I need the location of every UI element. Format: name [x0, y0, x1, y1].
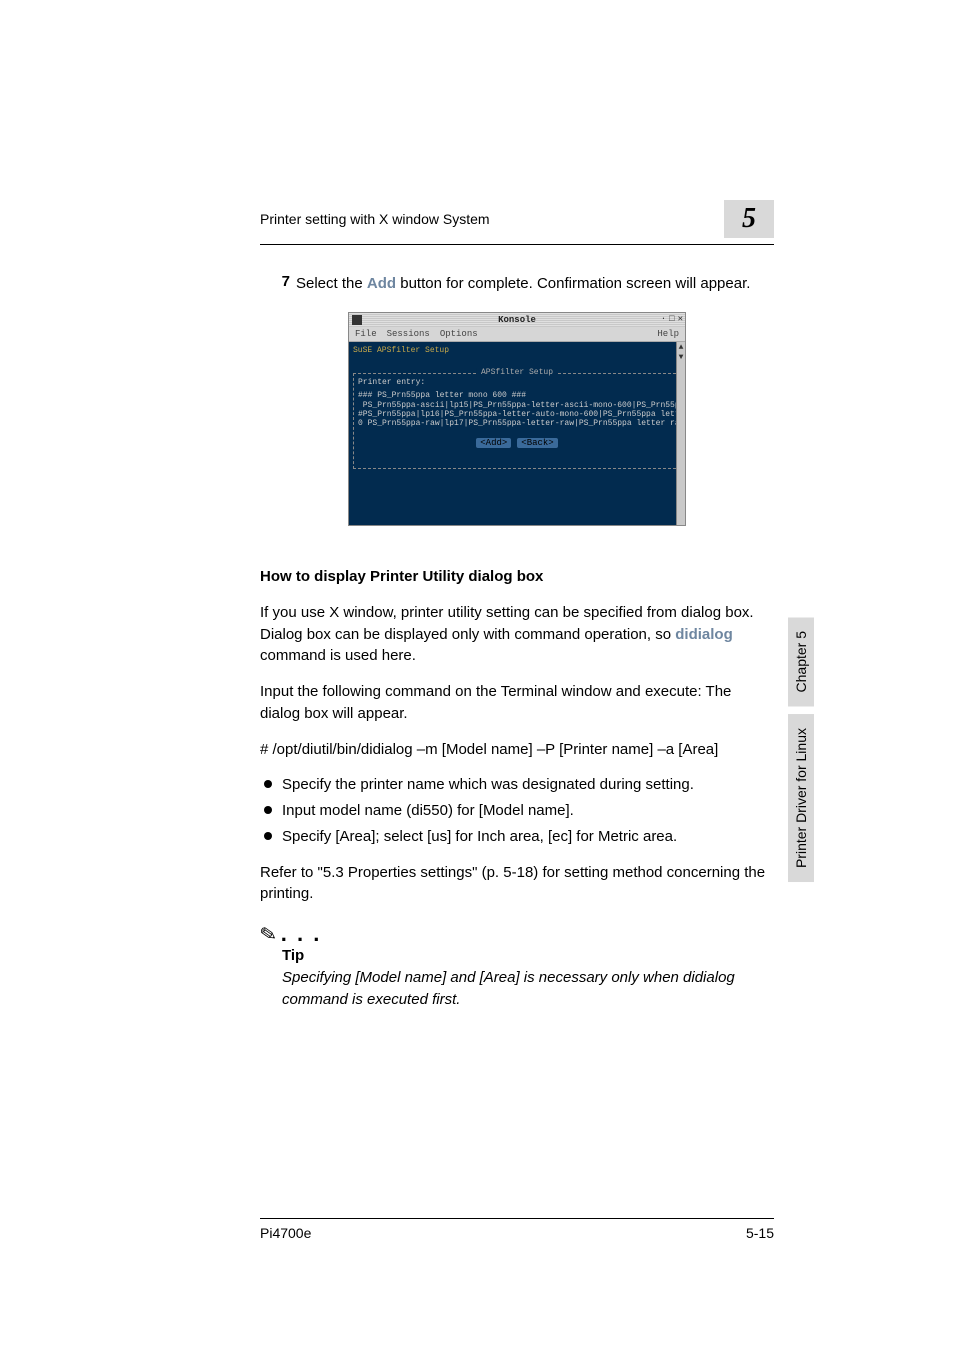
section-heading: How to display Printer Utility dialog bo…: [260, 566, 774, 588]
scrollbar: ▲ ▼: [676, 342, 685, 525]
step-after: button for complete. Confirmation screen…: [396, 275, 750, 292]
p1-b: command is used here.: [260, 647, 416, 664]
tip-dots: . . .: [281, 923, 322, 945]
bullet-1: Specify the printer name which was desig…: [260, 774, 774, 796]
window-app-icon: [352, 315, 362, 325]
window-max-icon: □: [669, 314, 674, 324]
entry-line-3: #PS_Prn55ppa|lp16|PS_Prn55ppa-letter-aut…: [358, 410, 676, 419]
step-before: Select the: [296, 275, 367, 292]
paragraph-2: Input the following command on the Termi…: [260, 681, 774, 725]
header-rule: [260, 244, 774, 245]
menu-file: File: [355, 329, 377, 339]
entry-line-1: ### PS_Prn55ppa letter mono 600 ###: [358, 391, 676, 400]
window-close-icon: ✕: [678, 314, 683, 324]
scroll-up-icon: ▲: [677, 342, 685, 352]
paragraph-3: Refer to "5.3 Properties settings" (p. 5…: [260, 862, 774, 906]
konsole-screenshot: Konsole · □ ✕ File Sessions Options Help…: [348, 312, 686, 526]
window-min-icon: ·: [661, 314, 666, 324]
tip-label: Tip: [282, 945, 774, 967]
side-tab-chapter: Chapter 5: [788, 617, 814, 706]
footer-model: Pi4700e: [260, 1225, 311, 1241]
step-number: 7: [260, 273, 296, 290]
paragraph-1: If you use X window, printer utility set…: [260, 602, 774, 667]
menu-help: Help: [657, 329, 679, 339]
apsfilter-frame-title: APSfilter Setup: [477, 368, 557, 377]
side-tab-driver: Printer Driver for Linux: [788, 714, 814, 882]
window-titlebar: Konsole · □ ✕: [349, 313, 685, 327]
p1-term: didialog: [675, 626, 733, 643]
bullet-3: Specify [Area]; select [us] for Inch are…: [260, 826, 774, 848]
step-command: Add: [367, 275, 396, 292]
back-button: <Back>: [517, 438, 557, 448]
terminal-top-line: SuSE APSfilter Setup: [353, 346, 681, 355]
page-header-title: Printer setting with X window System: [260, 211, 724, 227]
window-title: Konsole: [498, 315, 536, 325]
terminal-body: SuSE APSfilter Setup APSfilter Setup Pri…: [349, 342, 685, 525]
entry-line-2: PS_Prn55ppa-ascii|lp15|PS_Prn55ppa-lette…: [358, 401, 676, 410]
add-button: <Add>: [476, 438, 511, 448]
step-text: Select the Add button for complete. Conf…: [296, 273, 750, 294]
chapter-number-box: 5: [724, 200, 774, 238]
printer-entry-label: Printer entry:: [358, 378, 676, 387]
footer-page: 5-15: [746, 1225, 774, 1241]
footer-rule: [260, 1218, 774, 1219]
bullet-2: Input model name (di550) for [Model name…: [260, 800, 774, 822]
tip-pencil-icon: ✎: [258, 924, 278, 947]
menu-options: Options: [440, 329, 478, 339]
entry-line-4: 0 PS_Prn55ppa-raw|lp17|PS_Prn55ppa-lette…: [358, 419, 676, 428]
window-menubar: File Sessions Options Help: [349, 327, 685, 342]
menu-sessions: Sessions: [387, 329, 430, 339]
scroll-down-icon: ▼: [677, 352, 685, 362]
command-line: # /opt/diutil/bin/didialog –m [Model nam…: [260, 739, 774, 761]
tip-text: Specifying [Model name] and [Area] is ne…: [282, 967, 774, 1011]
apsfilter-frame: APSfilter Setup Printer entry: ### PS_Pr…: [353, 373, 681, 469]
